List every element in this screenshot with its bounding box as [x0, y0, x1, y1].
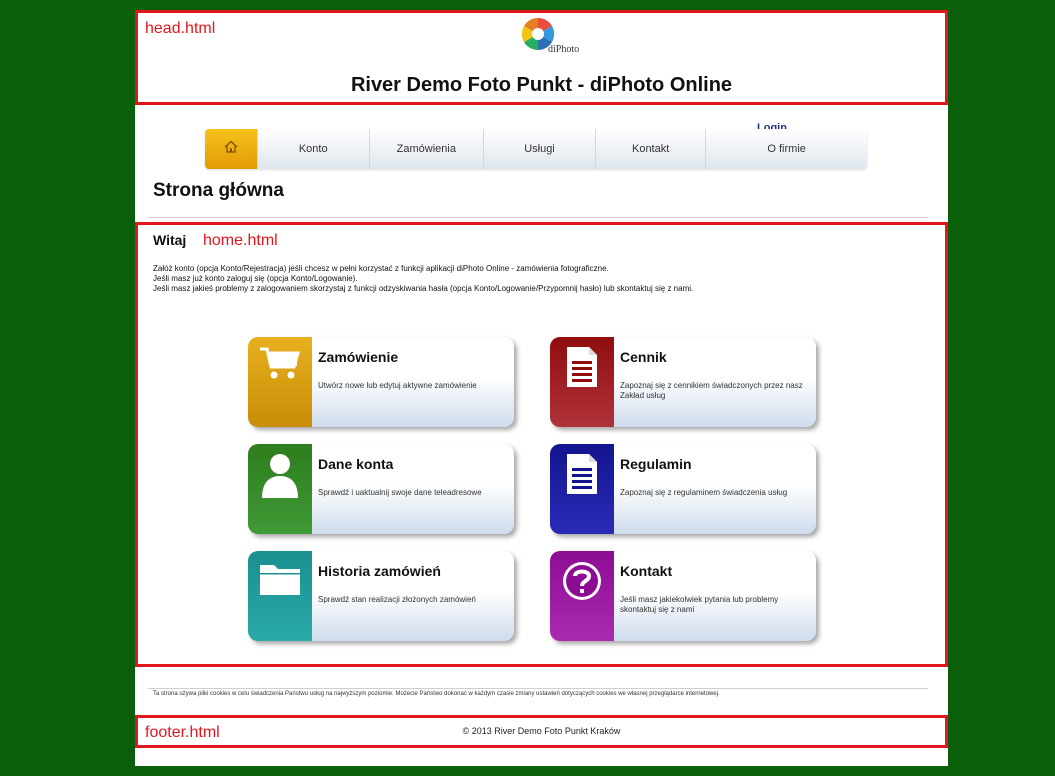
user-icon — [258, 452, 302, 505]
nav-item-label: Kontakt — [631, 143, 670, 155]
document-icon — [565, 345, 599, 394]
page-title: Strona główna — [153, 180, 284, 201]
nav-home-button[interactable] — [205, 129, 257, 169]
cart-icon — [258, 345, 302, 390]
folder-icon — [258, 559, 302, 602]
tile-icon-box — [248, 337, 312, 427]
tile-icon-box — [248, 444, 312, 534]
logo-text: diPhoto — [548, 44, 580, 55]
intro-text: Załóż konto (opcja Konto/Rejestracja) je… — [153, 264, 933, 294]
tile-title: Regulamin — [620, 456, 692, 472]
tile-description: Utwórz nowe lub edytuj aktywne zamówieni… — [318, 381, 477, 390]
home-file-label: home.html — [203, 232, 278, 249]
tile-description: Jeśli masz jakiekolwiek pytania lub prob… — [620, 595, 779, 614]
nav-item-label: O firmie — [767, 143, 806, 155]
tile-cennik[interactable]: Cennik Zapoznaj się z cennikiem świadczo… — [550, 337, 816, 427]
help-icon — [560, 559, 604, 608]
tile-description: Zapoznaj się z cennikiem świadczonych pr… — [620, 381, 803, 400]
tile-icon-box — [550, 444, 614, 534]
intro-line: Załóż konto (opcja Konto/Rejestracja) je… — [153, 264, 609, 273]
head-file-label: head.html — [145, 20, 216, 37]
cookie-divider — [148, 688, 928, 689]
tile-description: Zapoznaj się z regulaminem świadczenia u… — [620, 488, 788, 497]
title-divider — [148, 217, 928, 218]
tile-description: Sprawdź stan realizacji złożonych zamówi… — [318, 595, 476, 604]
site-title: River Demo Foto Punkt - diPhoto Online — [350, 74, 733, 96]
nav-item-zamowienia[interactable]: Zamówienia — [368, 129, 483, 169]
home-icon — [224, 140, 238, 158]
tile-icon-box — [550, 551, 614, 641]
main-nav: Konto Zamówienia Usługi Kontakt O firmie — [205, 129, 867, 169]
tile-icon-box — [248, 551, 312, 641]
nav-item-o-firmie[interactable]: O firmie — [705, 129, 867, 169]
tile-zamowienie[interactable]: Zamówienie Utwórz nowe lub edytuj aktywn… — [248, 337, 514, 427]
tile-title: Historia zamówień — [318, 563, 441, 579]
tile-description: Sprawdź i uaktualnij swoje dane teleadre… — [318, 488, 482, 497]
intro-line: Jeśli masz jakieś problemy z zalogowanie… — [153, 284, 694, 293]
welcome-heading: Witaj — [153, 232, 187, 248]
nav-item-label: Usługi — [524, 143, 555, 155]
document-icon — [565, 452, 599, 501]
tile-icon-box — [550, 337, 614, 427]
page-container: head.html diPhoto River Demo Foto Punkt … — [135, 10, 948, 766]
tile-kontakt[interactable]: Kontakt Jeśli masz jakiekolwiek pytania … — [550, 551, 816, 641]
tile-title: Kontakt — [620, 563, 673, 579]
tile-title: Cennik — [620, 349, 667, 365]
intro-line: Jeśli masz już konto zaloguj się (opcja … — [153, 274, 358, 283]
nav-item-label: Zamówienia — [396, 143, 456, 155]
tile-dane-konta[interactable]: Dane konta Sprawdź i uaktualnij swoje da… — [248, 444, 514, 534]
tile-title: Dane konta — [318, 456, 394, 472]
nav-item-konto[interactable]: Konto — [256, 129, 369, 169]
tile-historia-zamowien[interactable]: Historia zamówień Sprawdź stan realizacj… — [248, 551, 514, 641]
nav-item-uslugi[interactable]: Usługi — [482, 129, 595, 169]
nav-item-kontakt[interactable]: Kontakt — [595, 129, 705, 169]
cookie-notice: Ta strona używa pliki cookies w celu świ… — [153, 691, 720, 697]
nav-item-label: Konto — [298, 143, 328, 155]
tile-title: Zamówienie — [318, 349, 399, 365]
copyright-text: © 2013 River Demo Foto Punkt Kraków — [462, 726, 621, 736]
tile-regulamin[interactable]: Regulamin Zapoznaj się z regulaminem świ… — [550, 444, 816, 534]
